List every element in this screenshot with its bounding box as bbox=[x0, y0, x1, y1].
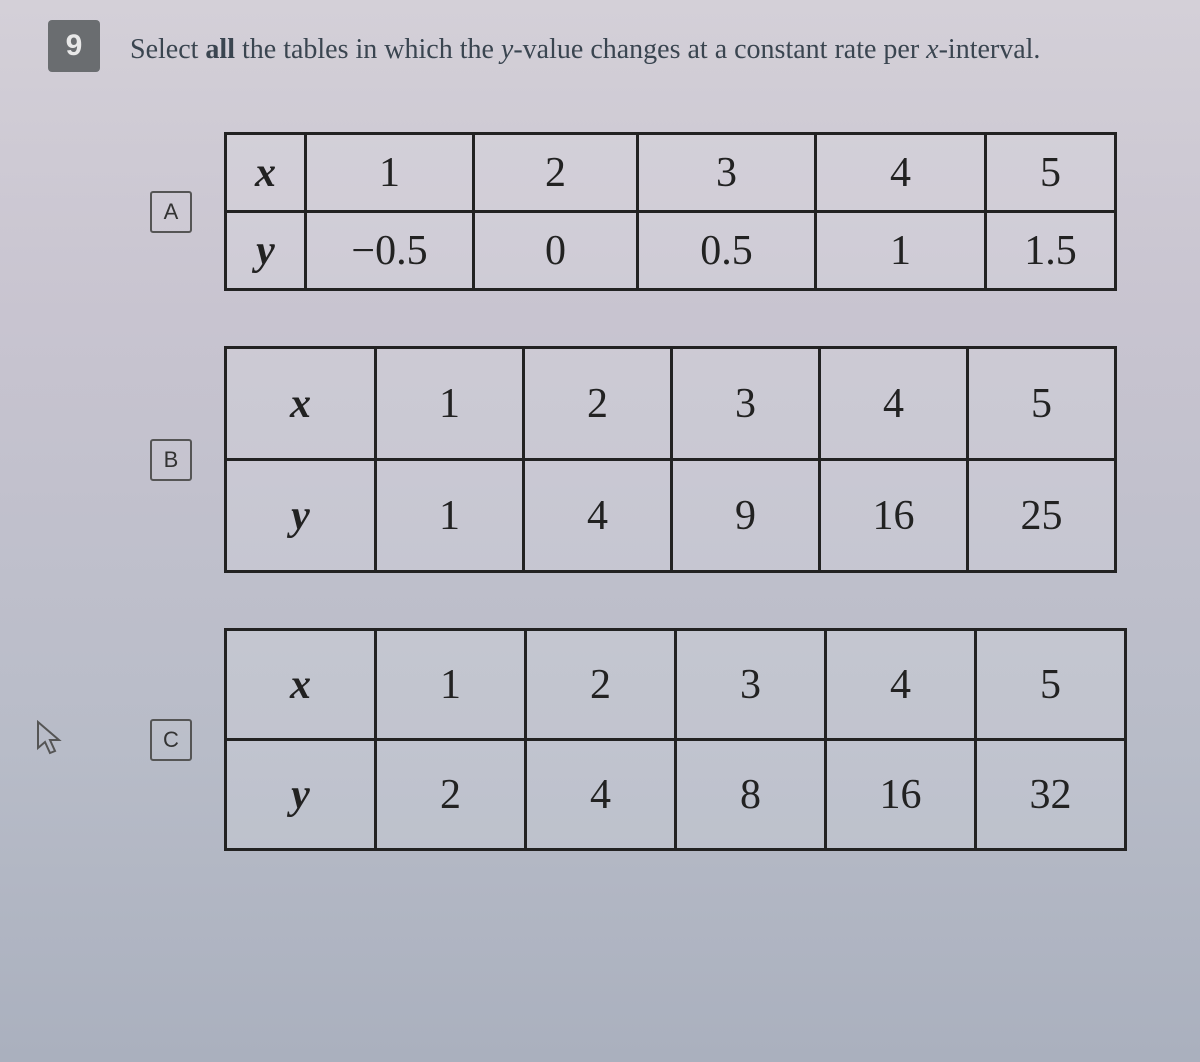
cell: 16 bbox=[820, 460, 968, 572]
cell: 32 bbox=[976, 740, 1126, 850]
table-row: x 1 2 3 4 5 bbox=[226, 348, 1116, 460]
cell: 2 bbox=[526, 630, 676, 740]
prompt-text-mid2: -value changes at a constant rate per bbox=[513, 34, 926, 65]
row-label-x: x bbox=[226, 348, 376, 460]
cell: 1 bbox=[376, 630, 526, 740]
cell: 3 bbox=[676, 630, 826, 740]
cell: 16 bbox=[826, 740, 976, 850]
table-option-c: C x 1 2 3 4 5 y 2 4 8 16 32 bbox=[150, 628, 1200, 851]
cell: 0 bbox=[474, 212, 638, 290]
cursor-icon bbox=[35, 720, 65, 765]
cell: 4 bbox=[524, 460, 672, 572]
cell: 1 bbox=[306, 134, 474, 212]
cell: 3 bbox=[672, 348, 820, 460]
prompt-text-end: -interval. bbox=[939, 34, 1041, 65]
table-c: x 1 2 3 4 5 y 2 4 8 16 32 bbox=[224, 628, 1127, 851]
var-y: y bbox=[501, 34, 513, 65]
cell: 4 bbox=[826, 630, 976, 740]
question-number-badge: 9 bbox=[48, 20, 100, 72]
row-label-y: y bbox=[226, 460, 376, 572]
cell: 4 bbox=[526, 740, 676, 850]
cell: 2 bbox=[376, 740, 526, 850]
cell: 4 bbox=[816, 134, 986, 212]
cell: 5 bbox=[976, 630, 1126, 740]
tables-container: A x 1 2 3 4 5 y −0.5 0 0.5 1 1.5 B bbox=[0, 72, 1200, 851]
cell: 1 bbox=[816, 212, 986, 290]
var-x: x bbox=[926, 34, 938, 65]
prompt-bold: all bbox=[205, 34, 235, 65]
cell: 0.5 bbox=[638, 212, 816, 290]
question-prompt: Select all the tables in which the y-val… bbox=[130, 20, 1040, 69]
cell: 1.5 bbox=[986, 212, 1116, 290]
cell: 4 bbox=[820, 348, 968, 460]
table-row: y −0.5 0 0.5 1 1.5 bbox=[226, 212, 1116, 290]
cell: 3 bbox=[638, 134, 816, 212]
table-option-a: A x 1 2 3 4 5 y −0.5 0 0.5 1 1.5 bbox=[150, 132, 1200, 291]
cell: 8 bbox=[676, 740, 826, 850]
cell: 1 bbox=[376, 460, 524, 572]
table-row: y 2 4 8 16 32 bbox=[226, 740, 1126, 850]
choice-a-button[interactable]: A bbox=[150, 191, 192, 233]
cell: 25 bbox=[968, 460, 1116, 572]
table-a: x 1 2 3 4 5 y −0.5 0 0.5 1 1.5 bbox=[224, 132, 1117, 291]
row-label-y: y bbox=[226, 740, 376, 850]
row-label-x: x bbox=[226, 134, 306, 212]
table-b: x 1 2 3 4 5 y 1 4 9 16 25 bbox=[224, 346, 1117, 573]
table-row: x 1 2 3 4 5 bbox=[226, 630, 1126, 740]
question-header: 9 Select all the tables in which the y-v… bbox=[0, 0, 1200, 72]
cell: 5 bbox=[986, 134, 1116, 212]
cell: −0.5 bbox=[306, 212, 474, 290]
cell: 2 bbox=[474, 134, 638, 212]
cell: 9 bbox=[672, 460, 820, 572]
choice-c-button[interactable]: C bbox=[150, 719, 192, 761]
prompt-text-mid: the tables in which the bbox=[235, 34, 501, 65]
table-row: x 1 2 3 4 5 bbox=[226, 134, 1116, 212]
prompt-text-pre: Select bbox=[130, 34, 205, 65]
row-label-y: y bbox=[226, 212, 306, 290]
cell: 5 bbox=[968, 348, 1116, 460]
choice-b-button[interactable]: B bbox=[150, 439, 192, 481]
cell: 2 bbox=[524, 348, 672, 460]
cell: 1 bbox=[376, 348, 524, 460]
row-label-x: x bbox=[226, 630, 376, 740]
table-row: y 1 4 9 16 25 bbox=[226, 460, 1116, 572]
table-option-b: B x 1 2 3 4 5 y 1 4 9 16 25 bbox=[150, 346, 1200, 573]
